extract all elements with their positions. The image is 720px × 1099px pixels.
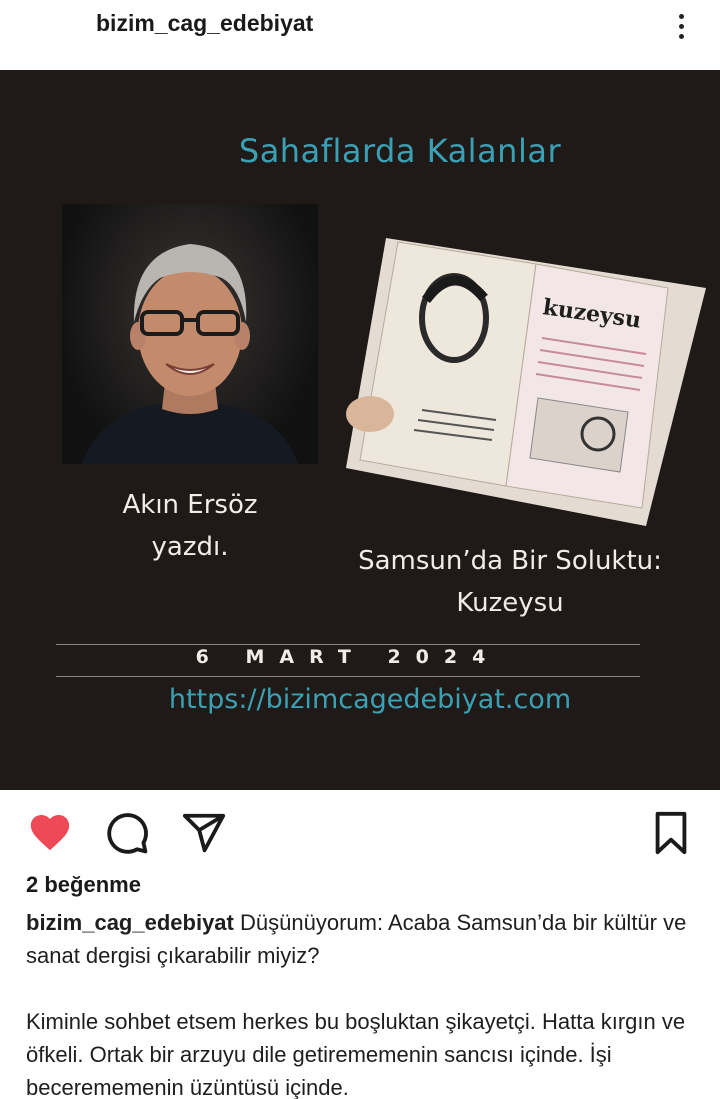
more-dot <box>678 13 684 19</box>
divider <box>56 676 640 677</box>
author-verb: yazdı. <box>151 532 229 562</box>
like-button[interactable] <box>27 810 73 856</box>
save-button[interactable] <box>648 810 694 856</box>
header-username[interactable]: bizim_cag_edebiyat <box>96 10 313 37</box>
more-vertical-icon[interactable] <box>664 8 698 44</box>
post-date: 6 MART 2024 <box>195 646 501 668</box>
author-photo-drawing <box>82 244 298 464</box>
post-image[interactable]: Sahaflarda Kalanlar kuzeysu Akın Ersöz y… <box>0 70 720 790</box>
author-photo <box>62 204 318 464</box>
caption-paragraph: bizim_cag_edebiyat Düşünüyorum: Acaba Sa… <box>26 906 706 972</box>
share-button[interactable] <box>181 810 227 856</box>
magazine-photo: kuzeysu <box>346 238 706 526</box>
divider <box>56 644 640 645</box>
website-link: https://bizimcagedebiyat.com <box>168 684 572 715</box>
more-dot <box>678 33 684 39</box>
comment-button[interactable] <box>104 810 150 856</box>
article-title: Samsun’da Bir Soluktu: Kuzeysu <box>330 540 690 624</box>
more-dot <box>678 23 684 29</box>
post-header: bizim_cag_edebiyat <box>0 0 720 70</box>
comment-icon <box>107 813 148 854</box>
bookmark-icon <box>655 811 687 855</box>
like-count[interactable]: 2 beğenme <box>26 872 141 898</box>
article-title-line2: Kuzeysu <box>456 588 564 618</box>
author-name: Akın Ersöz <box>122 490 258 520</box>
article-title-line1: Samsun’da Bir Soluktu: <box>358 546 662 576</box>
magazine-photo-drawing: kuzeysu <box>346 238 706 526</box>
caption-username[interactable]: bizim_cag_edebiyat <box>26 910 234 935</box>
action-bar <box>0 790 720 870</box>
caption-paragraph: Kiminle sohbet etsem herkes bu boşluktan… <box>26 1009 686 1099</box>
send-icon <box>182 813 226 853</box>
post-caption: bizim_cag_edebiyat Düşünüyorum: Acaba Sa… <box>26 906 706 1099</box>
heart-filled-icon <box>30 814 70 851</box>
post-title: Sahaflarda Kalanlar <box>238 132 562 170</box>
